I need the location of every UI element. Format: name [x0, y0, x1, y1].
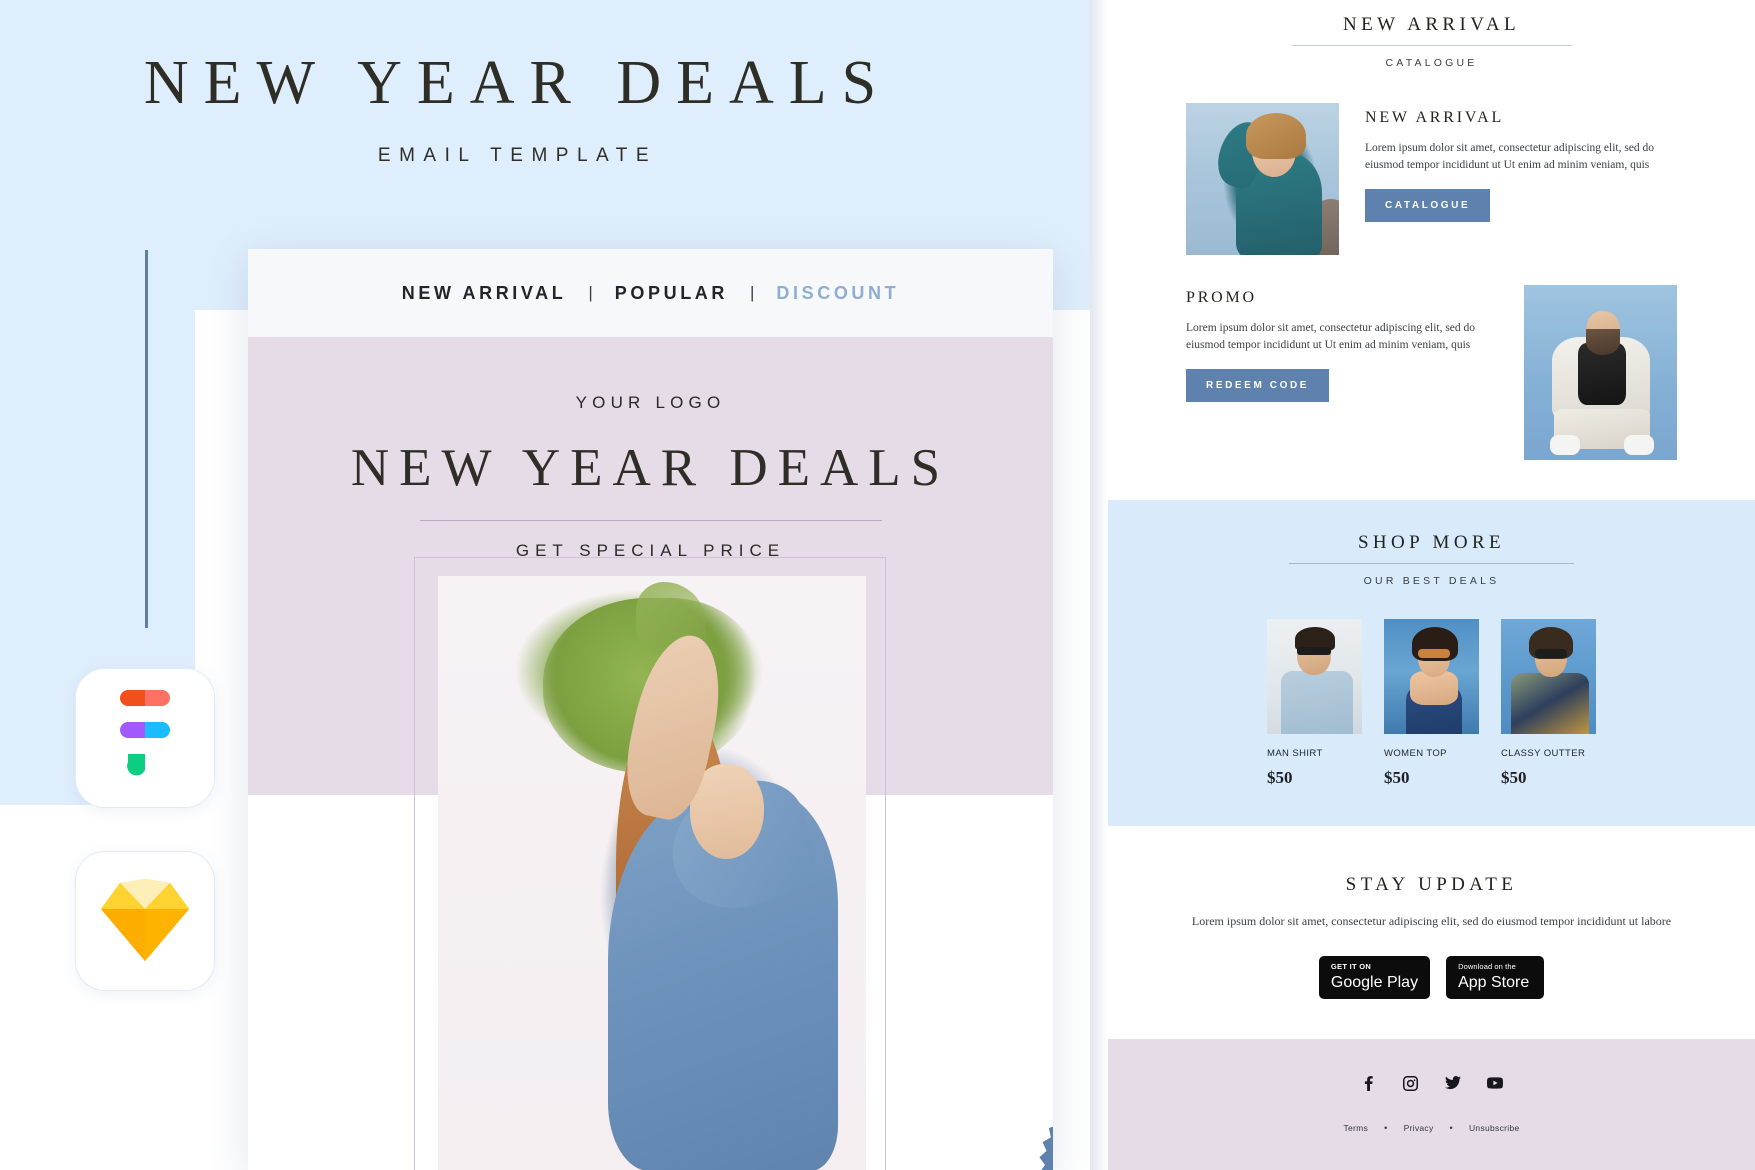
footer-separator: • — [1449, 1123, 1453, 1133]
product-price: $50 — [1384, 768, 1410, 787]
new-arrival-text: Lorem ipsum dolor sit amet, consectetur … — [1365, 142, 1655, 171]
panel-edge-shadow — [1090, 0, 1108, 1170]
product-name: MAN SHIRT — [1267, 748, 1323, 759]
product-name: CLASSY OUTTER — [1501, 748, 1586, 759]
nav-separator: | — [588, 283, 593, 302]
product-photo — [1384, 619, 1479, 734]
preview-header-subtitle: CATALOGUE — [1385, 57, 1478, 69]
shop-more-rule — [1289, 563, 1574, 564]
figma-logo-card[interactable] — [75, 668, 215, 808]
photo-sunglasses — [1418, 649, 1450, 658]
email-template-card: NEW ARRIVAL | POPULAR | DISCOUNT YOUR LO… — [248, 249, 1053, 1170]
footer-link-privacy[interactable]: Privacy — [1404, 1123, 1434, 1133]
preview-header-rule — [1291, 45, 1572, 46]
new-arrival-copy: NEW ARRIVAL Lorem ipsum dolor sit amet, … — [1365, 103, 1677, 255]
product-photo — [1267, 619, 1362, 734]
promo-title: PROMO — [1186, 289, 1257, 306]
new-arrival-block: NEW ARRIVAL Lorem ipsum dolor sit amet, … — [1108, 69, 1755, 255]
social-links — [1108, 1075, 1755, 1091]
promo-photo — [1524, 285, 1677, 460]
product-photo — [1501, 619, 1596, 734]
product-list: MAN SHIRT $50 WOMEN TOP $50 CLASSY OUTTE… — [1108, 619, 1755, 788]
catalogue-button[interactable]: CATALOGUE — [1365, 189, 1491, 222]
nav-separator: | — [750, 283, 755, 302]
photo-hair — [1246, 113, 1306, 159]
showcase-title-block: NEW YEAR DEALS EMAIL TEMPLATE — [0, 48, 1035, 167]
instagram-icon[interactable] — [1403, 1075, 1419, 1091]
footer-separator: • — [1384, 1123, 1388, 1133]
sketch-logo-icon — [101, 879, 189, 961]
promo-copy: PROMO Lorem ipsum dolor sit amet, consec… — [1186, 285, 1498, 402]
nav-item-new-arrival[interactable]: NEW ARRIVAL — [402, 283, 567, 304]
photo-sunglasses — [1535, 649, 1567, 658]
google-play-badge[interactable]: GET IT ON Google Play — [1318, 956, 1431, 999]
hero-headline: NEW YEAR DEALS — [350, 439, 951, 497]
photo-shoe-left — [1550, 435, 1580, 455]
nav-item-discount[interactable]: DISCOUNT — [776, 283, 899, 304]
google-play-label: Google Play — [1330, 974, 1419, 991]
product-card[interactable]: MAN SHIRT $50 — [1267, 619, 1362, 788]
youtube-icon[interactable] — [1486, 1075, 1503, 1091]
email-navigation: NEW ARRIVAL | POPULAR | DISCOUNT — [248, 249, 1053, 337]
email-preview-body: NEW ARRIVAL CATALOGUE NEW ARRIVAL Lorem … — [1108, 0, 1755, 1170]
hero-logo: YOUR LOGO — [575, 393, 726, 412]
facebook-icon[interactable] — [1361, 1075, 1377, 1091]
preview-header-title: NEW ARRIVAL — [1342, 14, 1520, 35]
badge-text-group: DISCOUNT 50% OFF — [1037, 1089, 1053, 1170]
photo-shirt — [1281, 671, 1353, 734]
sketch-logo-card[interactable] — [75, 851, 215, 991]
twitter-icon[interactable] — [1444, 1075, 1461, 1091]
product-price: $50 — [1501, 768, 1527, 787]
promo-block: PROMO Lorem ipsum dolor sit amet, consec… — [1108, 255, 1755, 460]
app-store-label: App Store — [1458, 974, 1530, 991]
stay-update-title: STAY UPDATE — [1345, 874, 1518, 895]
page-title: NEW YEAR DEALS — [143, 49, 892, 117]
product-price: $50 — [1267, 768, 1293, 787]
photo-sunglasses — [1297, 647, 1331, 655]
product-name: WOMEN TOP — [1384, 748, 1447, 759]
shop-more-title: SHOP MORE — [1357, 532, 1506, 553]
footer-links: Terms • Privacy • Unsubscribe — [1108, 1123, 1755, 1133]
product-card[interactable]: CLASSY OUTTER $50 — [1501, 619, 1596, 788]
new-arrival-photo — [1186, 103, 1339, 255]
photo-beard — [1586, 329, 1620, 355]
hero-divider — [419, 520, 882, 521]
page-subtitle: EMAIL TEMPLATE — [377, 145, 658, 166]
app-store-badge[interactable]: Download on the App Store — [1446, 956, 1545, 999]
app-store-small-label: Download on the — [1458, 962, 1516, 971]
shop-more-subtitle: OUR BEST DEALS — [1363, 575, 1500, 587]
preview-header: NEW ARRIVAL CATALOGUE — [1108, 0, 1755, 69]
stay-update-text: Lorem ipsum dolor sit amet, consectetur … — [1191, 914, 1672, 928]
email-preview-panel: NEW ARRIVAL CATALOGUE NEW ARRIVAL Lorem … — [1090, 0, 1755, 1170]
figma-logo-icon — [120, 690, 170, 776]
accent-divider — [145, 250, 148, 628]
photo-jacket — [1511, 673, 1589, 734]
redeem-code-button[interactable]: REDEEM CODE — [1186, 369, 1330, 402]
new-arrival-title: NEW ARRIVAL — [1365, 109, 1505, 126]
footer-link-unsubscribe[interactable]: Unsubscribe — [1469, 1123, 1520, 1133]
discount-badge: DISCOUNT 50% OFF — [1037, 1089, 1053, 1170]
product-card[interactable]: WOMEN TOP $50 — [1384, 619, 1479, 788]
nav-item-popular[interactable]: POPULAR — [615, 283, 728, 304]
photo-shoe-right — [1624, 435, 1654, 455]
google-play-small-label: GET IT ON — [1330, 962, 1372, 971]
shop-more-header: SHOP MORE OUR BEST DEALS — [1108, 532, 1755, 587]
shop-more-section: SHOP MORE OUR BEST DEALS MAN SHIRT $50 W… — [1108, 500, 1755, 826]
email-footer: Terms • Privacy • Unsubscribe — [1108, 1039, 1755, 1170]
store-badges: GET IT ON Google Play Download on the Ap… — [1108, 956, 1755, 999]
showcase-area: NEW YEAR DEALS EMAIL TEMPLATE NEW ARRIVA… — [0, 0, 1090, 1170]
promo-text: Lorem ipsum dolor sit amet, consectetur … — [1186, 322, 1476, 351]
stay-update-section: STAY UPDATE Lorem ipsum dolor sit amet, … — [1108, 826, 1755, 999]
footer-link-terms[interactable]: Terms — [1343, 1123, 1368, 1133]
hero-photo — [438, 576, 866, 1170]
